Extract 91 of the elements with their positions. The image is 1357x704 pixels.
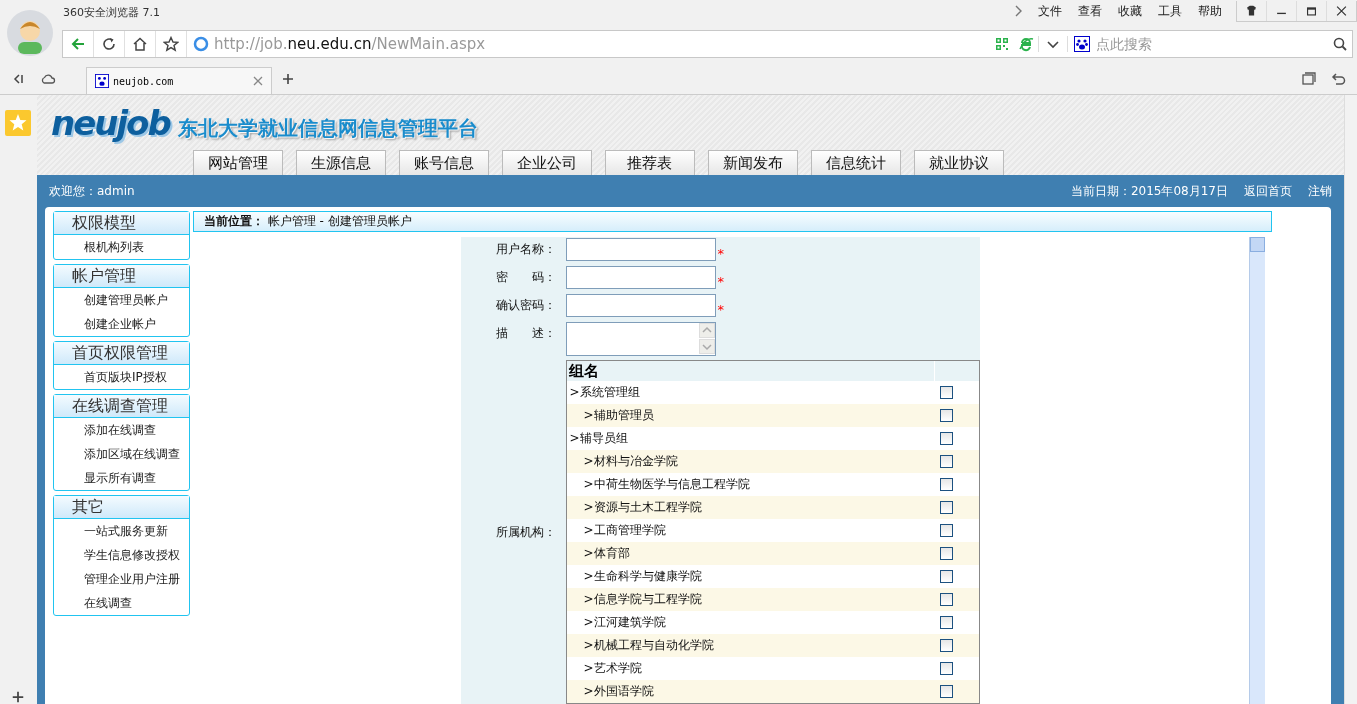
sidebar-section-header[interactable]: 权限模型 [53,212,189,235]
field-label: 描 述： [495,325,558,342]
checkbox[interactable] [940,662,954,675]
sidebar-item[interactable]: 学生信息修改授权 [53,543,189,567]
paw-icon [95,74,109,88]
dropdown-icon[interactable] [1038,35,1068,52]
browser-tab[interactable]: neujob.com [86,67,272,94]
field-label: 确认密码： [495,297,558,314]
required-mark: * [717,302,724,317]
checkbox[interactable] [940,593,954,606]
group-name: >信息学院与工程学院 [582,591,703,608]
field-label: 所属机构： [495,524,558,541]
sidebar-item[interactable]: 一站式服务更新 [53,519,189,543]
group-name: >材料与冶金学院 [582,453,679,470]
menu-item[interactable]: 帮助 [1190,2,1230,20]
url-field[interactable]: http://job.neu.edu.cn/NewMain.aspx [214,34,990,53]
checkbox[interactable] [940,547,954,560]
group-name: >生命科学与健康学院 [582,568,703,585]
group-name: >外国语学院 [582,683,655,700]
search-icon[interactable] [1332,35,1348,52]
checkbox[interactable] [940,524,954,537]
breadcrumb: 当前位置： 帐户管理 - 创建管理员帐户 [203,213,412,230]
menu-item[interactable]: 收藏 [1110,2,1150,20]
group-name: >资源与土木工程学院 [582,499,703,516]
sidebar-item[interactable]: 根机构列表 [53,235,189,259]
group-name: >体育部 [582,545,631,562]
checkbox[interactable] [940,409,954,422]
windows-icon[interactable] [1301,71,1317,87]
header-link[interactable]: 注销 [1308,182,1332,200]
close-icon[interactable] [253,76,263,86]
new-tab-icon[interactable] [280,71,296,87]
nav-tab[interactable]: 企业公司 [501,150,592,175]
nav-tab[interactable]: 生源信息 [295,150,386,175]
sidebar-item[interactable]: 创建企业帐户 [53,312,189,336]
checkbox[interactable] [940,455,954,468]
group-name: >工商管理学院 [582,522,667,539]
menu-item[interactable]: 文件 [1030,2,1070,20]
sidebar-item[interactable]: 添加区域在线调查 [53,442,189,466]
group-name: >机械工程与自动化学院 [582,637,715,654]
field-label: 密 码： [495,269,558,286]
sidebar-item[interactable]: 创建管理员帐户 [53,288,189,312]
add-icon[interactable] [11,690,26,704]
nav-tab[interactable]: 推荐表 [604,150,695,175]
input-field[interactable] [566,238,717,261]
sidebar-item[interactable]: 显示所有调查 [53,466,189,490]
browser-title: 360安全浏览器 7.1 [63,5,160,20]
header-link[interactable]: 返回首页 [1244,182,1292,200]
column-header: 组名 [568,361,601,381]
group-name: >辅助管理员 [582,407,655,424]
paw-icon[interactable] [1074,35,1090,52]
group-name: >江河建筑学院 [582,614,667,631]
sidebar-section-header[interactable]: 在线调查管理 [53,395,189,418]
checkbox[interactable] [940,478,954,491]
checkbox[interactable] [940,639,954,652]
group-name: >辅导员组 [568,430,629,447]
input-field[interactable] [566,294,717,317]
sidebar-item[interactable]: 首页版块IP授权 [53,365,189,389]
site-title: 东北大学就业信息网信息管理平台 [177,114,478,142]
field-label: 用户名称： [495,241,558,258]
group-name: >中荷生物医学与信息工程学院 [582,476,751,493]
undo-icon[interactable] [1331,71,1347,87]
menu-item[interactable]: 工具 [1150,2,1190,20]
site-logo: neujob [50,103,170,143]
nav-tab[interactable]: 就业协议 [913,150,1004,175]
required-mark: * [717,274,724,289]
qr-code-icon[interactable] [994,35,1010,52]
nav-tab[interactable]: 账号信息 [398,150,489,175]
welcome-text: 欢迎您：admin [48,182,135,200]
chevron-icon[interactable] [1014,5,1022,17]
sidebar-item[interactable]: 在线调查 [53,591,189,615]
sidebar-section-header[interactable]: 帐户管理 [53,265,189,288]
nav-tab[interactable]: 新闻发布 [707,150,798,175]
sidebar-item[interactable]: 添加在线调查 [53,418,189,442]
cloud-icon[interactable] [40,71,56,87]
menu-item[interactable]: 查看 [1070,2,1110,20]
checkbox[interactable] [940,432,954,445]
nav-tab[interactable]: 网站管理 [192,150,283,175]
input-field[interactable] [566,266,717,289]
group-name: >艺术学院 [582,660,643,677]
checkbox[interactable] [940,501,954,514]
checkbox[interactable] [940,386,954,399]
checkbox[interactable] [940,616,954,629]
sidebar-section-header[interactable]: 首页权限管理 [53,342,189,365]
nav-tab[interactable]: 信息统计 [810,150,901,175]
checkbox[interactable] [940,570,954,583]
group-name: >系统管理组 [568,384,641,401]
date-text: 当前日期：2015年08月17日 [1070,182,1228,200]
sidebar-item[interactable]: 管理企业用户注册 [53,567,189,591]
checkbox[interactable] [940,685,954,698]
required-mark: * [717,246,724,261]
sidebar-section-header[interactable]: 其它 [53,496,189,519]
